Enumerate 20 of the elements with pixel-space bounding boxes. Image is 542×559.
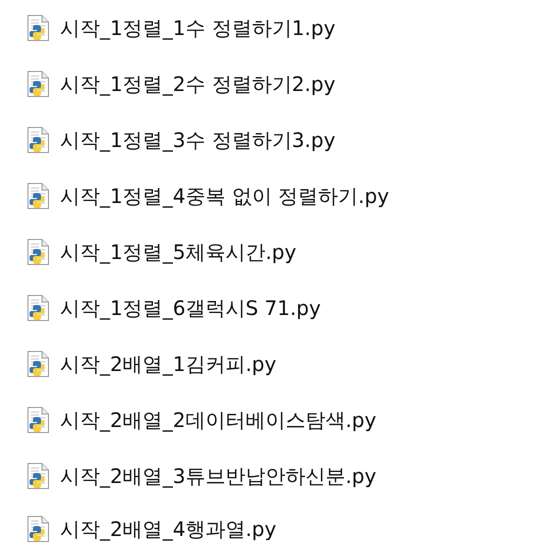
file-name[interactable]: 시작_1정렬_6갤럭시S 71.py	[60, 294, 321, 322]
python-file-icon[interactable]	[27, 15, 49, 41]
file-name[interactable]: 시작_2배열_3튜브반납안하신분.py	[60, 462, 376, 490]
file-name[interactable]: 시작_2배열_2데이터베이스탐색.py	[60, 406, 376, 434]
file-name[interactable]: 시작_1정렬_3수 정렬하기3.py	[60, 126, 336, 154]
python-file-icon[interactable]	[27, 407, 49, 433]
file-name[interactable]: 시작_2배열_1김커피.py	[60, 350, 276, 378]
python-file-icon[interactable]	[27, 71, 49, 97]
python-file-icon[interactable]	[27, 183, 49, 209]
python-file-icon[interactable]	[27, 463, 49, 489]
python-file-icon[interactable]	[27, 516, 49, 542]
python-file-icon[interactable]	[27, 295, 49, 321]
file-name[interactable]: 시작_1정렬_5체육시간.py	[60, 238, 296, 266]
python-file-icon[interactable]	[27, 351, 49, 377]
python-file-icon[interactable]	[27, 239, 49, 265]
file-name[interactable]: 시작_1정렬_2수 정렬하기2.py	[60, 70, 336, 98]
python-file-icon[interactable]	[27, 127, 49, 153]
file-name[interactable]: 시작_1정렬_4중복 없이 정렬하기.py	[60, 182, 390, 210]
file-name[interactable]: 시작_1정렬_1수 정렬하기1.py	[60, 14, 336, 42]
file-name[interactable]: 시작_2배열_4행과열.py	[60, 516, 276, 542]
